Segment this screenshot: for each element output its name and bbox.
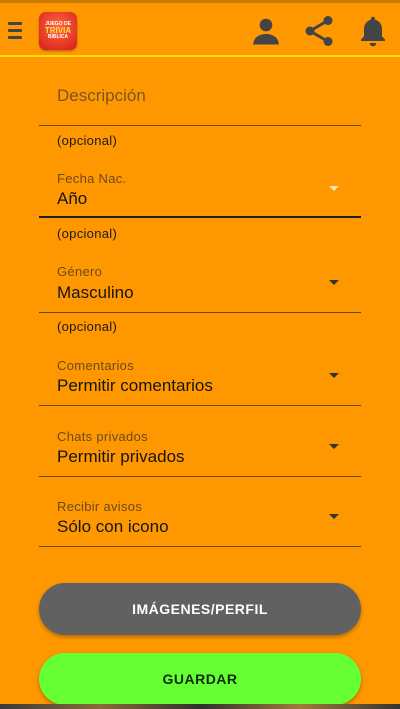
save-button-label: GUARDAR <box>162 671 238 687</box>
private-chats-select[interactable]: Chats privados Permitir privados <box>39 420 361 477</box>
comments-label: Comentarios <box>57 358 134 373</box>
birthdate-select[interactable]: Fecha Nac. Año <box>39 162 361 218</box>
top-app-bar: JUEGO DE TRIVIA BÍBLICA <box>0 0 400 57</box>
chevron-down-icon <box>329 280 339 285</box>
menu-icon[interactable] <box>8 22 22 40</box>
gender-value: Masculino <box>57 283 134 302</box>
birthdate-value: Año <box>57 189 88 208</box>
images-profile-button[interactable]: IMÁGENES/PERFIL <box>39 583 361 635</box>
description-field[interactable]: Descripción <box>39 70 361 126</box>
chevron-down-icon <box>329 186 339 191</box>
app-logo[interactable]: JUEGO DE TRIVIA BÍBLICA <box>39 12 77 50</box>
gender-helper-text: (opcional) <box>57 319 118 334</box>
comments-select[interactable]: Comentarios Permitir comentarios <box>39 349 361 406</box>
gender-label: Género <box>57 264 103 279</box>
comments-value: Permitir comentarios <box>57 376 213 395</box>
birthdate-label: Fecha Nac. <box>57 171 127 186</box>
description-placeholder: Descripción <box>57 86 146 105</box>
birthdate-helper-text: (opcional) <box>57 226 118 241</box>
private-chats-value: Permitir privados <box>57 447 185 466</box>
notifications-select[interactable]: Recibir avisos Sólo con icono <box>39 490 361 547</box>
bell-icon[interactable] <box>355 13 391 49</box>
images-profile-button-label: IMÁGENES/PERFIL <box>132 601 268 617</box>
share-icon[interactable] <box>301 13 337 49</box>
notifications-label: Recibir avisos <box>57 499 143 514</box>
description-helper-text: (opcional) <box>57 133 118 148</box>
profile-icon[interactable] <box>248 13 284 49</box>
save-button[interactable]: GUARDAR <box>39 653 361 705</box>
private-chats-label: Chats privados <box>57 429 148 444</box>
logo-text-line3: BÍBLICA <box>47 34 69 40</box>
notifications-value: Sólo con icono <box>57 517 169 536</box>
gender-select[interactable]: Género Masculino <box>39 256 361 313</box>
chevron-down-icon <box>329 444 339 449</box>
bottom-ad-strip <box>0 704 400 709</box>
chevron-down-icon <box>329 514 339 519</box>
chevron-down-icon <box>329 373 339 378</box>
